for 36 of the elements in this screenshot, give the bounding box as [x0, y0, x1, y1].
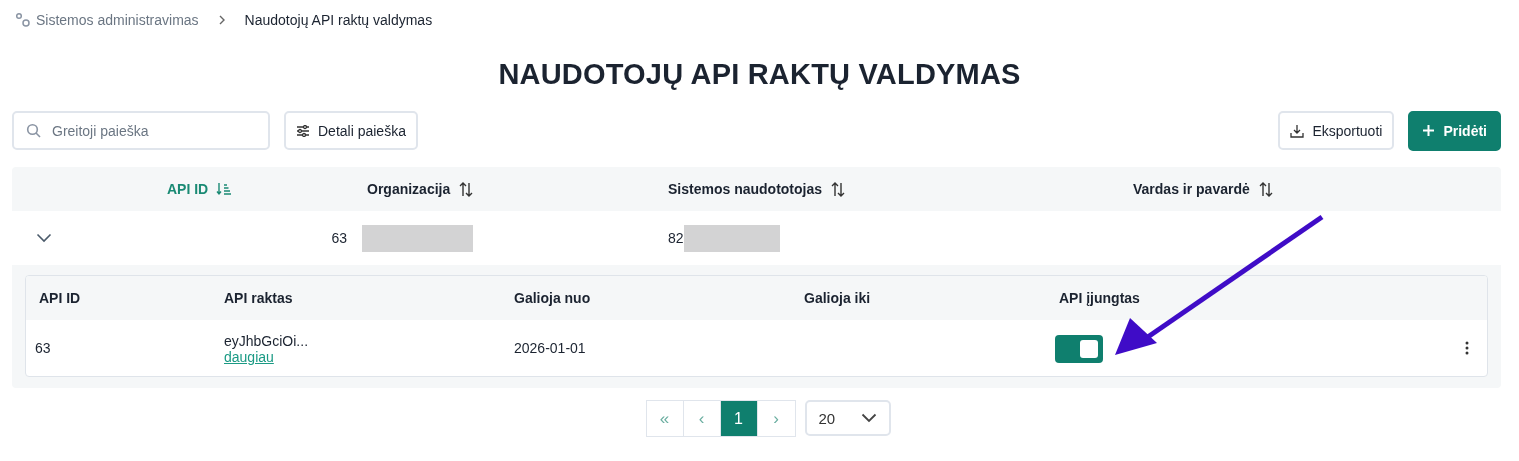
search-field[interactable]: Greitoji paieška [12, 111, 270, 150]
sort-icon[interactable] [830, 181, 847, 197]
export-button[interactable]: Eksportuoti [1278, 111, 1395, 150]
plus-icon [1422, 124, 1436, 137]
page-size-select[interactable]: 20 [804, 400, 891, 436]
sliders-icon [296, 124, 310, 137]
add-button[interactable]: Pridėti [1408, 110, 1501, 151]
search-icon [26, 123, 42, 139]
column-header[interactable]: API ID [167, 181, 209, 197]
page-button[interactable]: 1 [720, 401, 758, 436]
column-header[interactable]: Sistemos naudototojas [668, 181, 823, 197]
column-header: Galioja nuo [514, 290, 591, 306]
more-options-icon[interactable] [1465, 341, 1469, 355]
page-title: NAUDOTOJŲ API RAKTŲ VALDYMAS [497, 57, 1022, 92]
sort-icon[interactable] [458, 181, 475, 197]
column-header: Galioja iki [804, 290, 871, 306]
toggle-switch[interactable] [1055, 335, 1103, 363]
column-header: API raktas [224, 290, 293, 306]
more-link[interactable]: daugiau [224, 349, 274, 365]
column-header: API įjungtas [1059, 290, 1140, 306]
expand-chevron-icon[interactable] [36, 233, 52, 243]
table-cell: eyJhbGciOi... [224, 333, 309, 349]
chevron-down-icon [860, 413, 877, 423]
breadcrumb-link[interactable]: Sistemos administravimas [36, 12, 199, 28]
download-icon [1290, 123, 1305, 138]
sort-icon[interactable] [1257, 181, 1274, 197]
sort-descending-icon[interactable] [216, 182, 233, 196]
table-cell: 2026-01-01 [514, 340, 586, 356]
current-page: Naudotojų API raktų valdymas [244, 12, 433, 28]
column-header[interactable]: Vardas ir pavardė [1133, 181, 1250, 197]
table-cell: 63 [331, 230, 347, 246]
table-cell: 82 [668, 230, 684, 246]
advanced-search-button[interactable]: Detali paieška [284, 111, 418, 150]
column-header[interactable]: Organizacija [367, 181, 451, 197]
table-cell: 63 [35, 340, 51, 356]
column-header: API ID [39, 290, 81, 306]
